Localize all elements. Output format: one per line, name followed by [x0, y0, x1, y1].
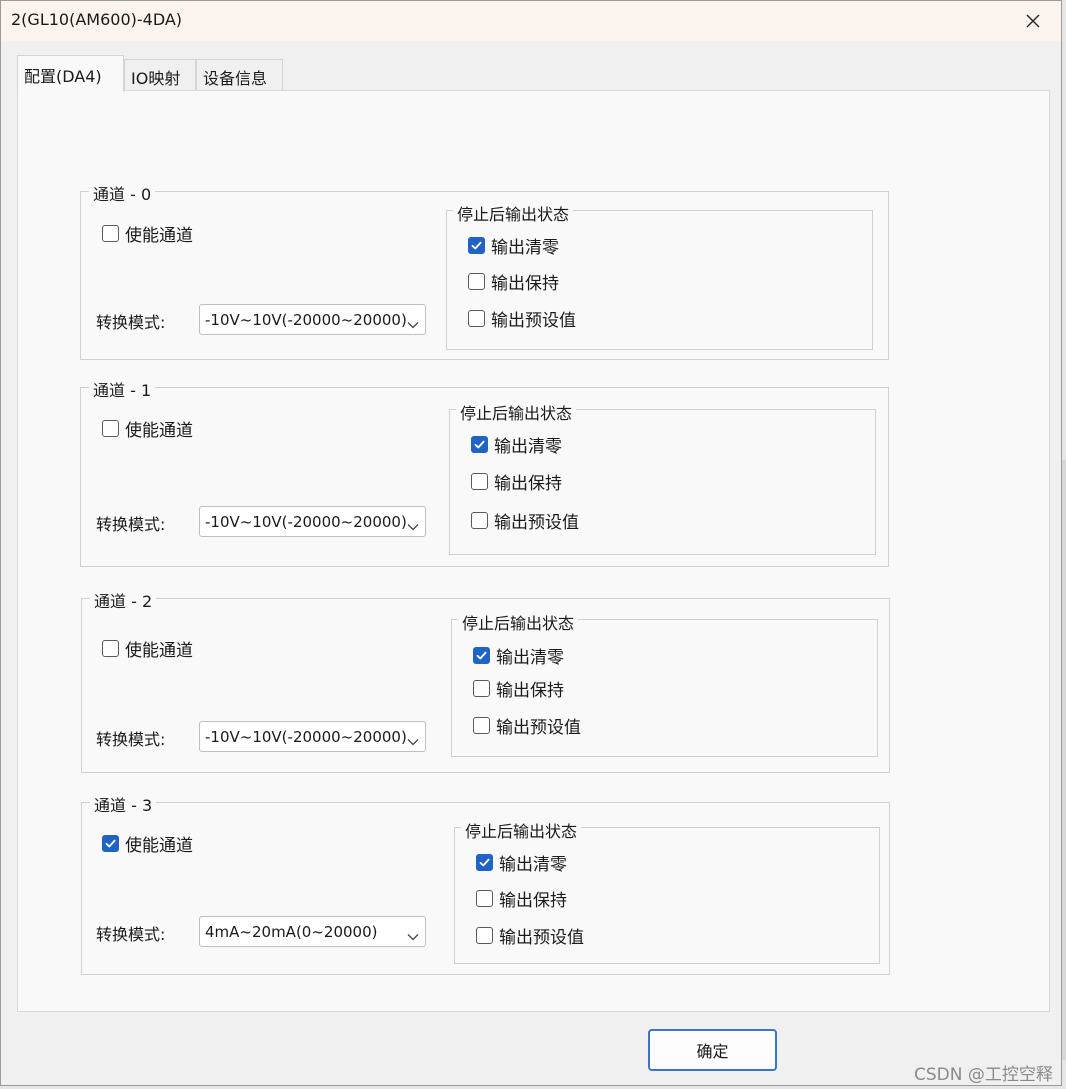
channel-title: 通道 - 2	[90, 588, 157, 612]
checkbox-box	[476, 890, 493, 907]
select-value: -10V~10V(-20000~20000)	[205, 513, 407, 531]
channel-0-stop-option-1[interactable]: 输出保持	[468, 269, 559, 294]
channel-2-enable-checkbox[interactable]: 使能通道	[102, 636, 193, 661]
channel-3-enable-checkbox[interactable]: 使能通道	[102, 831, 193, 856]
channel-1-conversion-mode-select[interactable]: -10V~10V(-20000~20000)	[199, 506, 426, 537]
tab-label: 配置(DA4)	[24, 67, 102, 86]
tab-io-mapping[interactable]: IO映射	[124, 59, 196, 90]
checkbox-label: 使能通道	[125, 641, 193, 661]
checkbox-label: 输出保持	[496, 681, 564, 701]
tab-device-info[interactable]: 设备信息	[196, 59, 283, 90]
checkbox-label: 使能通道	[125, 226, 193, 246]
checkbox-label: 输出清零	[496, 648, 564, 668]
checkbox-box	[476, 854, 493, 871]
channel-2-stop-option-0[interactable]: 输出清零	[473, 643, 564, 668]
checkbox-label: 输出保持	[491, 274, 559, 294]
checkbox-box	[471, 436, 488, 453]
checkbox-label: 使能通道	[125, 421, 193, 441]
close-button[interactable]	[1013, 5, 1053, 37]
stop-output-title: 停止后输出状态	[456, 400, 577, 424]
watermark: CSDN @工控空释	[914, 1065, 1053, 1085]
checkbox-label: 输出预设值	[496, 718, 581, 738]
channel-1-stop-option-0[interactable]: 输出清零	[471, 432, 562, 457]
conversion-mode-label: 转换模式:	[96, 313, 166, 332]
chevron-down-icon	[407, 322, 419, 329]
channel-3-stop-option-1[interactable]: 输出保持	[476, 886, 567, 911]
checkbox-label: 输出预设值	[494, 513, 579, 533]
config-dialog: 2(GL10(AM600)-4DA) 配置(DA4) IO映射 设备信息 通道 …	[0, 0, 1062, 1086]
channel-1-enable-checkbox[interactable]: 使能通道	[102, 416, 193, 441]
channel-title: 通道 - 3	[90, 792, 157, 816]
checkbox-label: 输出清零	[491, 238, 559, 258]
checkmark-icon	[471, 241, 482, 250]
tab-label: 设备信息	[203, 69, 268, 88]
checkbox-box	[473, 717, 490, 734]
checkbox-box	[471, 473, 488, 490]
checkbox-label: 输出清零	[499, 855, 567, 875]
channel-1-stop-option-2[interactable]: 输出预设值	[471, 508, 579, 533]
channel-0-stop-option-0[interactable]: 输出清零	[468, 233, 559, 258]
channel-0-enable-checkbox[interactable]: 使能通道	[102, 221, 193, 246]
channel-3-conversion-mode-select[interactable]: 4mA~20mA(0~20000)	[199, 916, 426, 947]
checkmark-icon	[474, 440, 485, 449]
conversion-mode-label: 转换模式:	[96, 730, 166, 749]
checkbox-label: 输出预设值	[491, 311, 576, 331]
stop-output-title: 停止后输出状态	[458, 610, 579, 634]
checkbox-label: 输出清零	[494, 437, 562, 457]
title-bar: 2(GL10(AM600)-4DA)	[1, 1, 1061, 41]
select-value: 4mA~20mA(0~20000)	[205, 923, 378, 941]
chevron-down-icon	[407, 934, 419, 941]
ok-button[interactable]: 确定	[648, 1029, 777, 1071]
checkbox-label: 输出保持	[499, 891, 567, 911]
channel-2-stop-option-1[interactable]: 输出保持	[473, 676, 564, 701]
select-value: -10V~10V(-20000~20000)	[205, 728, 407, 746]
checkbox-box	[476, 927, 493, 944]
checkbox-box	[473, 680, 490, 697]
checkbox-label: 输出保持	[494, 474, 562, 494]
checkbox-box	[471, 512, 488, 529]
checkbox-box	[102, 420, 119, 437]
checkbox-box	[473, 647, 490, 664]
checkbox-label: 使能通道	[125, 836, 193, 856]
window-title: 2(GL10(AM600)-4DA)	[11, 10, 183, 29]
channel-2-stop-option-2[interactable]: 输出预设值	[473, 713, 581, 738]
checkbox-box	[102, 640, 119, 657]
chevron-down-icon	[407, 739, 419, 746]
tab-label: IO映射	[131, 69, 181, 88]
conversion-mode-label: 转换模式:	[96, 925, 166, 944]
channel-title: 通道 - 1	[89, 377, 156, 401]
channel-title: 通道 - 0	[89, 181, 156, 205]
channel-0-conversion-mode-select[interactable]: -10V~10V(-20000~20000)	[199, 304, 426, 335]
stop-output-title: 停止后输出状态	[453, 201, 574, 225]
checkmark-icon	[105, 839, 116, 848]
channel-3-stop-option-0[interactable]: 输出清零	[476, 850, 567, 875]
select-value: -10V~10V(-20000~20000)	[205, 311, 407, 329]
checkbox-box	[468, 273, 485, 290]
checkbox-label: 输出预设值	[499, 928, 584, 948]
channel-2-conversion-mode-select[interactable]: -10V~10V(-20000~20000)	[199, 721, 426, 752]
checkbox-box	[102, 835, 119, 852]
stop-output-title: 停止后输出状态	[461, 818, 582, 842]
checkbox-box	[468, 310, 485, 327]
close-icon	[1026, 14, 1040, 28]
channel-1-stop-option-1[interactable]: 输出保持	[471, 469, 562, 494]
conversion-mode-label: 转换模式:	[96, 515, 166, 534]
channel-0-stop-option-2[interactable]: 输出预设值	[468, 306, 576, 331]
channel-3-stop-option-2[interactable]: 输出预设值	[476, 923, 584, 948]
checkmark-icon	[476, 651, 487, 660]
checkmark-icon	[479, 858, 490, 867]
tab-config-da4[interactable]: 配置(DA4)	[17, 55, 124, 92]
chevron-down-icon	[407, 524, 419, 531]
checkbox-box	[102, 225, 119, 242]
checkbox-box	[468, 237, 485, 254]
